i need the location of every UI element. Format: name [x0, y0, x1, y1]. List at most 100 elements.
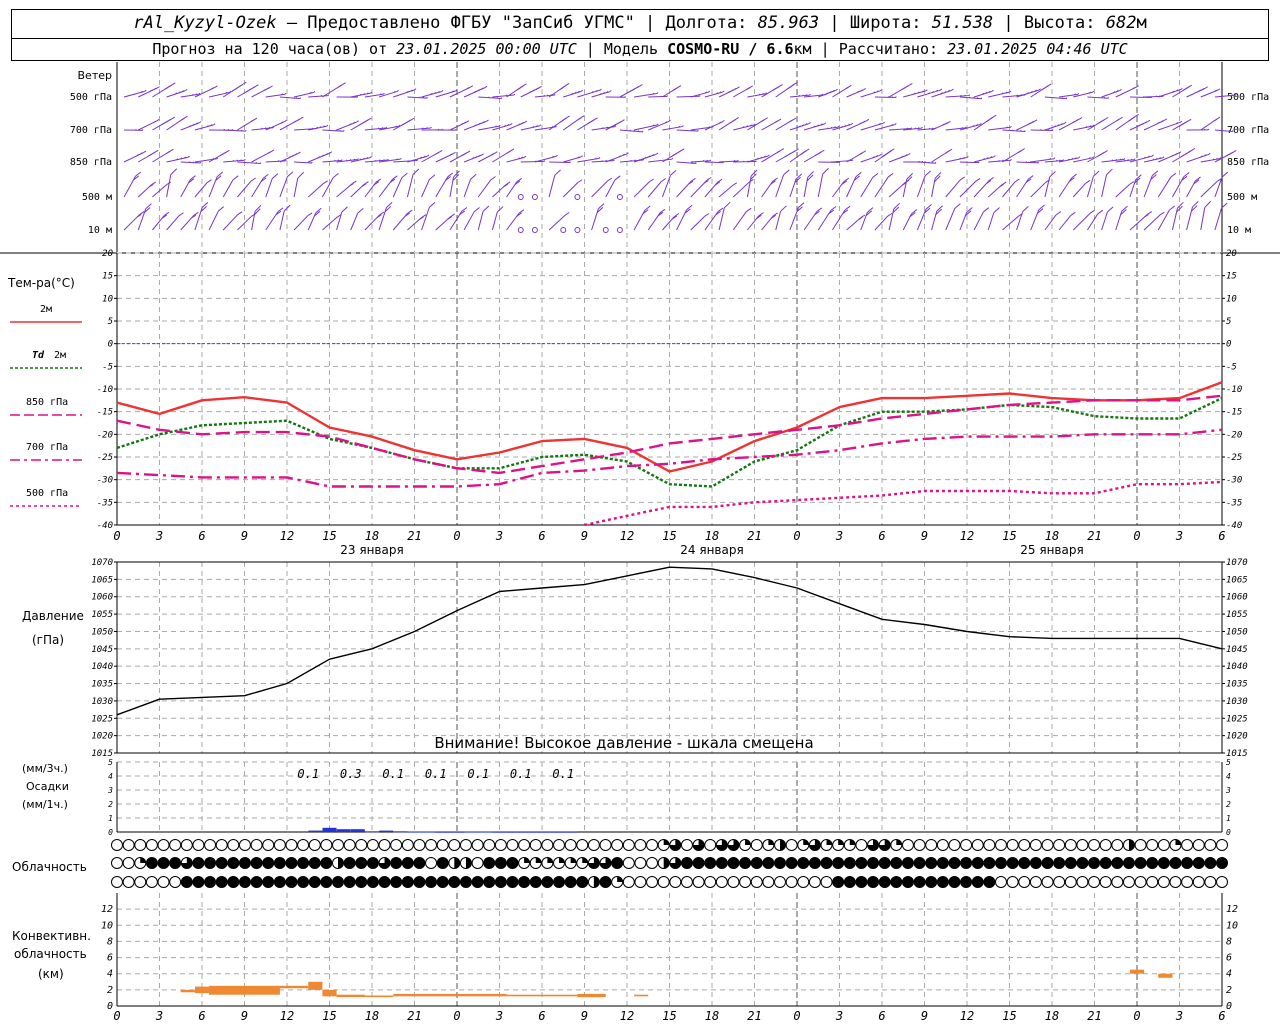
- wind-barb: [1044, 96, 1067, 100]
- wind-barb-feather: [629, 129, 631, 132]
- cloud-symbol: [995, 857, 1007, 869]
- wind-barb: [987, 212, 995, 231]
- cloud-symbol: [111, 876, 123, 888]
- wind-barb-feather: [1107, 206, 1114, 213]
- cloud-symbol: [1204, 857, 1217, 869]
- cloud-symbol: [1216, 857, 1228, 869]
- wind-barb-feather: [988, 177, 994, 181]
- cloud-symbol: [1018, 876, 1031, 888]
- wind-barb-feather: [649, 178, 654, 183]
- wind-barb-feather: [139, 152, 143, 155]
- cloud-symbol: [1111, 857, 1124, 869]
- wind-barb-feather: [749, 85, 753, 89]
- pres-tick-label-left: 1065: [91, 575, 113, 585]
- wind-barb-feather: [1217, 88, 1221, 91]
- cloud-symbol: [425, 876, 438, 888]
- wind-barb-feather: [553, 93, 556, 96]
- precip-tick-label-left: 2: [108, 800, 113, 809]
- wind-barb-feather: [144, 89, 147, 92]
- cloud-symbol: [855, 876, 868, 888]
- wind-barb: [294, 161, 313, 164]
- wind-barb-feather: [1119, 116, 1123, 120]
- wind-barb-feather: [827, 127, 829, 130]
- cloud-symbol: [413, 839, 426, 851]
- wind-barb-feather: [539, 124, 542, 127]
- wind-barb: [307, 182, 325, 198]
- cloud-symbol: [180, 876, 193, 888]
- conv-tick-label-right: 8: [1226, 936, 1232, 947]
- wind-panel-title: Ветер: [78, 69, 112, 82]
- precip-value-label: 0.1: [382, 767, 404, 781]
- cloud-symbol: [541, 876, 554, 888]
- wind-barb-feather: [924, 170, 932, 177]
- conv-tick-label-right: 12: [1226, 904, 1238, 915]
- cloud-symbol: [1088, 857, 1101, 869]
- conv-x-tick-label: 0: [793, 1009, 800, 1023]
- pres-tick-label-right: 1070: [1226, 558, 1248, 568]
- cloud-symbol: [250, 857, 263, 869]
- wind-barb-feather: [555, 154, 558, 157]
- wind-barb: [478, 96, 502, 100]
- temp-x-tick-label: 9: [241, 529, 248, 543]
- cloud-symbol: [494, 876, 507, 888]
- wind-barb: [222, 214, 238, 231]
- cloud-symbol: [192, 839, 205, 851]
- cloud-symbol: [471, 857, 484, 869]
- wind-barb-feather: [730, 89, 734, 92]
- cloud-symbol: [390, 839, 403, 851]
- cloud-symbol: [1216, 876, 1228, 888]
- cloud-symbol: [262, 876, 275, 888]
- wind-barb-feather: [166, 150, 171, 154]
- temp-x-tick-label: 12: [960, 529, 974, 543]
- cloud-symbol: [250, 876, 263, 888]
- cloud-symbol: [1134, 857, 1147, 869]
- cloud-symbol-fill: [663, 839, 670, 845]
- cloud-symbol: [611, 839, 624, 851]
- precip-bar: [478, 831, 493, 833]
- wind-barb-feather: [524, 155, 527, 158]
- wind-barb-feather: [1181, 154, 1185, 158]
- wind-barb: [279, 176, 288, 198]
- cloud-symbol: [867, 857, 880, 869]
- wind-barb-feather: [732, 118, 737, 122]
- wind-barb-feather: [887, 212, 893, 217]
- wind-barb-feather: [213, 123, 216, 126]
- wind-barb-feather: [452, 151, 456, 155]
- precip-value-label: 0.1: [425, 767, 447, 781]
- wind-barb-feather: [184, 89, 188, 92]
- pres-y-label: Давление: [22, 609, 84, 623]
- temp-legend-td: Td: [32, 350, 45, 361]
- wind-barb-feather: [602, 127, 604, 129]
- wind-barb-feather: [1140, 122, 1144, 126]
- cloud-symbol: [1192, 839, 1205, 851]
- wind-barb: [406, 174, 414, 198]
- wind-barb-feather: [396, 89, 399, 92]
- cloud-symbol: [634, 876, 647, 888]
- cloud-symbol: [1006, 839, 1019, 851]
- cloud-symbol-fill: [582, 857, 588, 863]
- temp-x-tick-label: 21: [407, 529, 421, 543]
- wind-barb-feather: [855, 171, 862, 178]
- wind-barb: [973, 211, 984, 231]
- wind-level-label-left: 700 гПа: [70, 125, 112, 136]
- temp-x-tick-label: 6: [878, 529, 885, 543]
- temp-date-label: 23 января: [340, 543, 403, 557]
- wind-barb-feather: [857, 90, 860, 93]
- wind-barb: [548, 175, 556, 198]
- wind-barb-feather: [798, 202, 805, 209]
- cloud-symbol: [413, 857, 426, 869]
- conv-x-tick-label: 21: [747, 1009, 761, 1023]
- cloud-symbol: [308, 876, 321, 888]
- wind-barb-feather: [1188, 150, 1192, 153]
- temp-date-label: 25 января: [1020, 543, 1083, 557]
- wind-barb-feather: [975, 178, 981, 182]
- wind-barb: [661, 175, 671, 198]
- wind-barb: [718, 184, 734, 198]
- conv-tick-label-left: 12: [101, 904, 113, 915]
- wind-barb-feather: [1021, 148, 1025, 151]
- wind-barb: [1200, 207, 1206, 231]
- wind-barb-feather: [1001, 181, 1007, 186]
- wind-barb-feather: [323, 180, 328, 184]
- wind-barb-feather: [565, 115, 570, 119]
- wind-barb-feather: [672, 88, 676, 92]
